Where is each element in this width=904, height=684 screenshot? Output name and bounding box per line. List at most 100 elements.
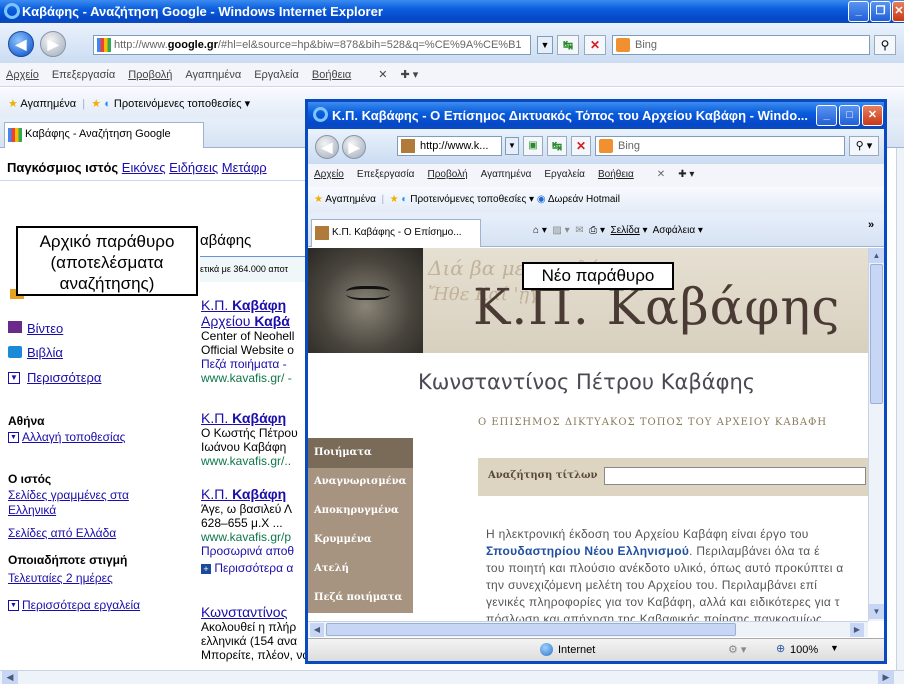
- popup-minimize-button[interactable]: _: [816, 105, 837, 126]
- popup-refresh-icon[interactable]: ↹: [547, 136, 567, 156]
- menu-help[interactable]: Βοήθεια: [312, 69, 351, 81]
- popup-menu-favorites[interactable]: Αγαπημένα: [481, 169, 532, 180]
- menu-favorites[interactable]: Αγαπημένα: [185, 69, 241, 81]
- result-1-title[interactable]: Κ.Π. Καβάφη: [201, 297, 286, 313]
- home-icon[interactable]: ⌂ ▾: [533, 225, 547, 236]
- popup-back-button[interactable]: ◀: [315, 135, 339, 159]
- more-tools-icon[interactable]: ▼: [8, 600, 19, 611]
- maximize-button[interactable]: ❐: [870, 1, 891, 22]
- popup-menu-view[interactable]: Προβολή: [427, 169, 467, 180]
- scroll-left-icon[interactable]: ◀: [2, 671, 18, 684]
- popup-fav-star-icon[interactable]: ★: [314, 194, 323, 205]
- result-4-title[interactable]: Κωνσταντίνος: [201, 604, 287, 620]
- popup-menu-close-icon[interactable]: ✕: [657, 169, 665, 180]
- popup-hscroll-thumb[interactable]: [326, 623, 736, 636]
- popup-hscroll[interactable]: ◀ ▶: [308, 621, 868, 637]
- popup-scroll-down-icon[interactable]: ▼: [869, 604, 884, 619]
- popup-menu-help[interactable]: Βοήθεια: [598, 169, 634, 180]
- back-button[interactable]: ◀: [8, 31, 34, 57]
- popup-menu-file[interactable]: Αρχείο: [314, 169, 344, 180]
- side-more-tools[interactable]: Περισσότερα εργαλεία: [22, 598, 140, 612]
- feeds-icon[interactable]: ▨ ▾: [552, 225, 569, 236]
- suggested-sites[interactable]: Προτεινόμενες τοποθεσίες: [114, 98, 242, 110]
- safety-menu[interactable]: Ασφάλεια: [653, 225, 696, 236]
- popup-suggested[interactable]: Προτεινόμενες τοποθεσίες: [410, 194, 526, 205]
- chevron-right-icon[interactable]: »: [868, 219, 874, 231]
- popup-tab[interactable]: Κ.Π. Καβάφης - Ο Επίσημο...: [311, 219, 481, 247]
- popup-scroll-up-icon[interactable]: ▲: [869, 248, 884, 263]
- nav-images[interactable]: Εικόνες: [122, 160, 166, 175]
- refresh-icon[interactable]: ↹: [557, 35, 579, 55]
- main-hscroll[interactable]: ◀ ▶: [0, 670, 904, 684]
- popup-hotmail[interactable]: Δωρεάν Hotmail: [548, 194, 620, 205]
- nav-translate[interactable]: Μετάφρ: [222, 160, 267, 175]
- side-last-2-days[interactable]: Τελευταίες 2 ημέρες: [8, 571, 113, 585]
- popup-close-button[interactable]: ✕: [862, 105, 883, 126]
- main-vscroll[interactable]: [896, 148, 904, 670]
- side-books[interactable]: Βιβλία: [27, 345, 63, 360]
- print-icon[interactable]: ⎙ ▾: [589, 225, 605, 236]
- minimize-button[interactable]: _: [848, 1, 869, 22]
- title-search-input[interactable]: [604, 467, 866, 485]
- popup-search-box[interactable]: Bing: [595, 136, 845, 156]
- fav-star-icon[interactable]: ★: [8, 98, 18, 110]
- popup-search-go-icon[interactable]: ⚲ ▾: [849, 136, 879, 156]
- popup-menu-tools[interactable]: Εργαλεία: [544, 169, 585, 180]
- zoom-dropdown-icon[interactable]: ▼: [830, 643, 839, 653]
- menu-file[interactable]: Αρχείο: [6, 69, 39, 81]
- nav-recognized[interactable]: Αναγνωρισμένα: [308, 467, 413, 497]
- nav-poems[interactable]: Ποιήματα: [308, 438, 413, 468]
- result-3-title[interactable]: Κ.Π. Καβάφη: [201, 486, 286, 502]
- result-2-title[interactable]: Κ.Π. Καβάφη: [201, 410, 286, 426]
- search-go-icon[interactable]: ⚲: [874, 35, 896, 55]
- protected-mode-icon[interactable]: ⚙ ▾: [728, 643, 746, 656]
- popup-stop-icon[interactable]: ✕: [571, 136, 591, 156]
- nav-hidden[interactable]: Κρυμμένα: [308, 525, 413, 555]
- nav-prose-poems[interactable]: Πεζά ποιήματα: [308, 583, 413, 613]
- popup-scroll-thumb[interactable]: [870, 264, 883, 404]
- result-1-title-2[interactable]: Αρχείου Καβά: [201, 313, 290, 329]
- popup-add-fav-icon[interactable]: ★: [390, 194, 399, 205]
- mail-icon[interactable]: ✉: [575, 225, 583, 236]
- nav-news[interactable]: Ειδήσεις: [169, 160, 218, 175]
- address-dropdown-button[interactable]: ▼: [537, 36, 553, 54]
- nav-unfinished[interactable]: Ατελή: [308, 554, 413, 584]
- popup-scroll-left-icon[interactable]: ◀: [310, 623, 324, 637]
- popup-menu-edit[interactable]: Επεξεργασία: [357, 169, 415, 180]
- result-3-cached[interactable]: Προσωρινά αποθ: [201, 544, 316, 558]
- popup-address-bar[interactable]: http://www.k...: [397, 136, 502, 156]
- nav-repudiated[interactable]: Αποκηρυγμένα: [308, 496, 413, 526]
- side-change-location[interactable]: Αλλαγή τοποθεσίας: [22, 430, 125, 444]
- side-greece-pages[interactable]: Σελίδες από Ελλάδα: [8, 526, 116, 540]
- more-dropdown-icon[interactable]: ▼: [8, 372, 20, 384]
- side-greek-pages[interactable]: Σελίδες γραμμένες στα Ελληνικά: [8, 488, 168, 518]
- popup-maximize-button[interactable]: □: [839, 105, 860, 126]
- change-loc-icon[interactable]: ▼: [8, 432, 19, 443]
- forward-button[interactable]: ▶: [40, 31, 66, 57]
- popup-scroll-right-icon[interactable]: ▶: [850, 623, 864, 637]
- body-link-spoudastirio[interactable]: Σπουδαστηρίου Νέου Ελληνισμού: [486, 544, 689, 558]
- popup-fav-label[interactable]: Αγαπημένα: [325, 194, 376, 205]
- menu-edit[interactable]: Επεξεργασία: [52, 69, 115, 81]
- zoom-level[interactable]: 100%: [790, 644, 818, 656]
- main-search-box[interactable]: Bing: [612, 35, 870, 55]
- menu-gear-icon[interactable]: ✚ ▾: [401, 69, 419, 81]
- close-button[interactable]: ✕: [892, 1, 904, 22]
- side-more[interactable]: Περισσότερα: [27, 370, 101, 385]
- result-3-more[interactable]: Περισσότερα α: [214, 561, 293, 575]
- scroll-right-icon[interactable]: ▶: [878, 671, 894, 684]
- plus-icon[interactable]: +: [201, 564, 211, 574]
- menu-tools[interactable]: Εργαλεία: [254, 69, 299, 81]
- page-menu[interactable]: Σελίδα: [611, 225, 640, 236]
- popup-addr-dropdown[interactable]: ▼: [505, 137, 519, 155]
- side-video[interactable]: Βίντεο: [27, 321, 63, 336]
- nav-web[interactable]: Παγκόσμιος ιστός: [7, 160, 118, 175]
- fav-label[interactable]: Αγαπημένα: [20, 98, 76, 110]
- main-address-bar[interactable]: http://www.google.gr/#hl=el&source=hp&bi…: [93, 35, 531, 55]
- menu-close-icon[interactable]: ✕: [378, 69, 387, 81]
- menu-view[interactable]: Προβολή: [128, 69, 172, 81]
- popup-compat-icon[interactable]: ▣: [523, 136, 543, 156]
- popup-menu-gear-icon[interactable]: ✚ ▾: [678, 169, 694, 180]
- main-tab[interactable]: Καβάφης - Αναζήτηση Google: [4, 122, 204, 148]
- popup-vscroll[interactable]: ▲ ▼: [868, 248, 884, 621]
